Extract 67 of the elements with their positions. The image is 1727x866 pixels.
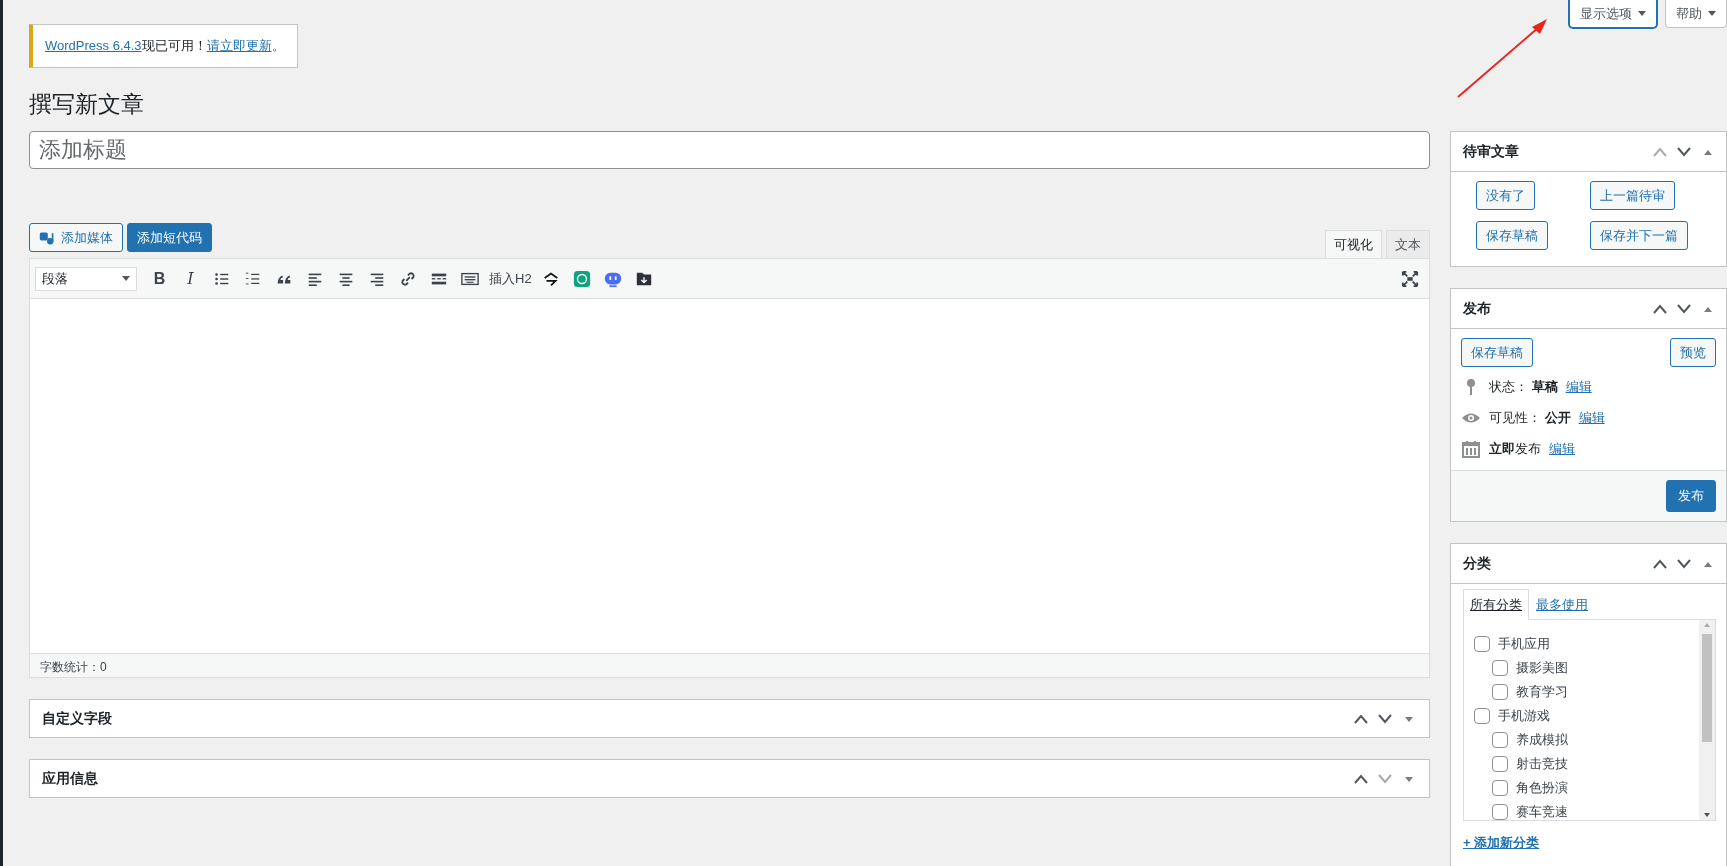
- notice-text: WordPress 6.4.3现已可用！请立即更新。: [45, 38, 285, 53]
- move-down-icon[interactable]: [1377, 712, 1393, 725]
- move-up-icon[interactable]: [1652, 557, 1668, 570]
- edit-link[interactable]: 编辑: [1578, 407, 1605, 428]
- publish-setting-text: 可见性： 公开: [1489, 408, 1571, 427]
- category-label: 赛车竞速: [1516, 802, 1568, 820]
- media-icon: [39, 229, 55, 246]
- fullscreen-icon[interactable]: [1400, 269, 1419, 288]
- checkbox[interactable]: [1474, 635, 1490, 652]
- checkbox[interactable]: [1492, 803, 1508, 820]
- bold-button[interactable]: B: [145, 263, 174, 294]
- italic-button[interactable]: I: [176, 263, 205, 294]
- editor-tab[interactable]: 可视化: [1325, 230, 1382, 258]
- move-up-icon[interactable]: [1353, 772, 1369, 785]
- scrollbar-thumb[interactable]: [1702, 633, 1712, 742]
- save-draft-button[interactable]: 保存草稿: [1461, 338, 1533, 367]
- publish-button[interactable]: 发布: [1666, 480, 1716, 512]
- checkbox[interactable]: [1492, 683, 1508, 700]
- update-link[interactable]: 请立即更新: [206, 38, 272, 53]
- publish-setting-text: 状态： 草稿: [1489, 377, 1558, 396]
- move-down-icon[interactable]: [1676, 302, 1692, 315]
- category-label: 手机游戏: [1498, 706, 1550, 725]
- word-count: 字数统计：0: [40, 660, 107, 674]
- tab-button[interactable]: 帮助: [1665, 0, 1727, 28]
- move-up-icon[interactable]: [1652, 302, 1668, 315]
- pending-button[interactable]: 保存并下一篇: [1590, 221, 1688, 250]
- format-select[interactable]: 段落: [35, 266, 137, 291]
- category-tab[interactable]: 最多使用: [1529, 589, 1595, 620]
- checkbox[interactable]: [1492, 659, 1508, 676]
- panel-title: 发布: [1463, 299, 1491, 318]
- panel-title: 应用信息: [42, 769, 98, 788]
- move-down-icon[interactable]: [1676, 145, 1692, 158]
- panel-title: 待审文章: [1463, 142, 1519, 161]
- checkbox[interactable]: [1492, 755, 1508, 772]
- category-label: 教育学习: [1516, 682, 1568, 701]
- checkbox[interactable]: [1492, 731, 1508, 748]
- pending-button[interactable]: 保存草稿: [1476, 221, 1548, 250]
- link-icon[interactable]: [398, 269, 417, 288]
- add-shortcode-button[interactable]: 添加短代码: [127, 223, 212, 252]
- edit-link[interactable]: 编辑: [1549, 438, 1575, 459]
- category-label: 手机应用: [1498, 634, 1550, 653]
- editor-tab[interactable]: 文本: [1386, 230, 1430, 258]
- add-media-button[interactable]: 添加媒体: [29, 223, 123, 252]
- panel-title: 自定义字段: [42, 709, 112, 728]
- preview-button[interactable]: 预览: [1670, 338, 1716, 367]
- calendar-icon: [1461, 438, 1481, 459]
- category-label: 角色扮演: [1516, 778, 1568, 797]
- category-label: 养成模拟: [1516, 730, 1568, 749]
- panel-title: 分类: [1463, 554, 1491, 573]
- tab-button[interactable]: 显示选项: [1569, 0, 1657, 28]
- chat-icon[interactable]: [573, 269, 592, 288]
- title-field[interactable]: 添加标题: [29, 131, 1430, 169]
- pending-button[interactable]: 上一篇待审: [1590, 181, 1675, 210]
- category-label: 射击竞技: [1516, 754, 1568, 773]
- move-down-icon[interactable]: [1676, 557, 1692, 570]
- add-category-link[interactable]: + 添加新分类: [1463, 832, 1540, 852]
- edit-link[interactable]: 编辑: [1565, 376, 1592, 397]
- category-tab[interactable]: 所有分类: [1463, 589, 1529, 620]
- update-link[interactable]: WordPress 6.4.3: [45, 38, 142, 53]
- insert-h2-button[interactable]: 插入H2: [486, 263, 535, 294]
- move-up-icon[interactable]: [1353, 712, 1369, 725]
- page-title: 撰写新文章: [29, 90, 145, 119]
- checkbox[interactable]: [1492, 779, 1508, 796]
- category-label: 摄影美图: [1516, 658, 1568, 677]
- checkbox[interactable]: [1474, 707, 1490, 724]
- publish-setting-text: 立即发布: [1489, 439, 1541, 458]
- pending-button[interactable]: 没有了: [1476, 181, 1535, 210]
